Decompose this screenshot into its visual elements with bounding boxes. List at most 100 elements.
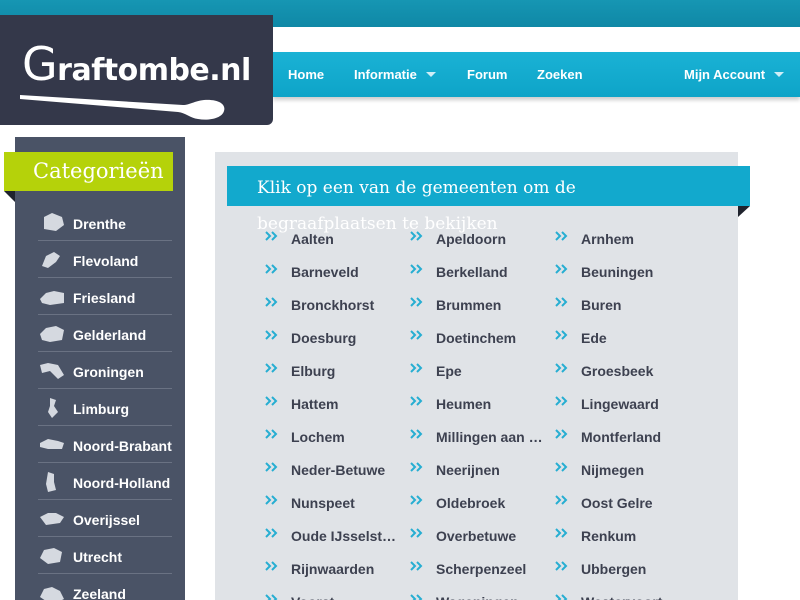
municipality-link[interactable]: Millingen aan de Rijn — [410, 425, 545, 447]
municipality-name: Neder-Betuwe — [291, 462, 386, 478]
municipality-link[interactable]: Barneveld — [265, 260, 400, 282]
municipality-link[interactable]: Ede — [555, 326, 690, 348]
nav-mijn-account[interactable]: Mijn Account — [684, 52, 785, 97]
nav-home[interactable]: Home — [288, 52, 324, 97]
double-chevron-right-icon — [410, 594, 423, 600]
double-chevron-right-icon — [555, 429, 568, 439]
double-chevron-right-icon — [410, 330, 423, 340]
municipality-link[interactable]: Epe — [410, 359, 545, 381]
municipality-link[interactable]: Neerijnen — [410, 458, 545, 480]
municipality-link[interactable]: Doetinchem — [410, 326, 545, 348]
municipality-name: Rijnwaarden — [291, 561, 375, 577]
municipality-link[interactable]: Rijnwaarden — [265, 557, 400, 579]
sidebar-item-noord-brabant[interactable]: Noord-Brabant — [38, 426, 172, 463]
nav-zoeken[interactable]: Zoeken — [537, 52, 583, 97]
municipality-name: Doetinchem — [436, 330, 517, 346]
municipality-link[interactable]: Wageningen — [410, 590, 545, 600]
site-logo[interactable]: Graftombe.nl — [0, 15, 273, 125]
category-title: Categorieën — [4, 152, 173, 191]
sidebar-item-limburg[interactable]: Limburg — [38, 389, 172, 426]
chevron-down-icon — [774, 72, 785, 78]
municipality-name: Brummen — [436, 297, 502, 313]
double-chevron-right-icon — [265, 594, 278, 600]
double-chevron-right-icon — [265, 495, 278, 505]
municipality-name: Groesbeek — [581, 363, 654, 379]
sidebar-item-label: Drenthe — [73, 216, 126, 232]
municipality-link[interactable]: Berkelland — [410, 260, 545, 282]
sidebar-item-groningen[interactable]: Groningen — [38, 352, 172, 389]
sidebar-item-flevoland[interactable]: Flevoland — [38, 241, 172, 278]
municipality-link[interactable]: Elburg — [265, 359, 400, 381]
municipality-link[interactable]: Lingewaard — [555, 392, 690, 414]
municipality-link[interactable]: Renkum — [555, 524, 690, 546]
double-chevron-right-icon — [410, 495, 423, 505]
drenthe-map-icon — [44, 213, 64, 231]
municipality-name: Beuningen — [581, 264, 654, 280]
double-chevron-right-icon — [555, 297, 568, 307]
limburg-map-icon — [48, 398, 58, 418]
municipality-link[interactable]: Neder-Betuwe — [265, 458, 400, 480]
nav-forum[interactable]: Forum — [467, 52, 507, 97]
sidebar-item-friesland[interactable]: Friesland — [38, 278, 172, 315]
double-chevron-right-icon — [265, 429, 278, 439]
municipality-name: Berkelland — [436, 264, 508, 280]
sidebar-item-label: Flevoland — [73, 253, 139, 269]
sidebar-item-label: Noord-Holland — [73, 475, 171, 491]
municipality-link[interactable]: Montferland — [555, 425, 690, 447]
sidebar-item-noord-holland[interactable]: Noord-Holland — [38, 463, 172, 500]
sidebar-item-utrecht[interactable]: Utrecht — [38, 537, 172, 574]
municipality-name: Bronckhorst — [291, 297, 375, 313]
double-chevron-right-icon — [410, 561, 423, 571]
municipality-name: Voorst — [291, 594, 399, 600]
double-chevron-right-icon — [410, 396, 423, 406]
trowel-icon — [20, 95, 225, 120]
overijssel-map-icon — [40, 513, 64, 525]
sidebar-item-label: Friesland — [73, 290, 136, 306]
municipality-link[interactable]: Oost Gelre — [555, 491, 690, 513]
double-chevron-right-icon — [555, 594, 568, 600]
double-chevron-right-icon — [265, 297, 278, 307]
municipality-name: Westervoort — [581, 594, 689, 600]
municipality-link[interactable]: Heumen — [410, 392, 545, 414]
municipality-link[interactable]: Nijmegen — [555, 458, 690, 480]
municipality-name: Wageningen — [436, 594, 544, 600]
flevoland-map-icon — [42, 252, 60, 268]
municipality-link[interactable]: Groesbeek — [555, 359, 690, 381]
municipality-name: Hattem — [291, 396, 339, 412]
zeeland-map-icon — [40, 587, 64, 600]
ribbon-fold — [738, 206, 750, 217]
chevron-down-icon — [425, 72, 436, 78]
municipality-link[interactable]: Westervoort — [555, 590, 690, 600]
municipality-link[interactable]: Doesburg — [265, 326, 400, 348]
municipality-name: Overbetuwe — [436, 528, 517, 544]
sidebar-item-overijssel[interactable]: Overijssel — [38, 500, 172, 537]
municipality-link[interactable]: Voorst — [265, 590, 400, 600]
double-chevron-right-icon — [555, 264, 568, 274]
municipality-link[interactable]: Nunspeet — [265, 491, 400, 513]
municipality-link[interactable]: Scherpenzeel — [410, 557, 545, 579]
municipality-link[interactable]: Beuningen — [555, 260, 690, 282]
municipality-link[interactable]: Hattem — [265, 392, 400, 414]
nav-informatie[interactable]: Informatie — [354, 52, 436, 97]
sidebar-item-zeeland[interactable]: Zeeland — [38, 574, 172, 600]
double-chevron-right-icon — [410, 429, 423, 439]
municipality-link[interactable]: Ubbergen — [555, 557, 690, 579]
municipality-link[interactable]: Oude IJsselstreek — [265, 524, 400, 546]
municipality-link[interactable]: Overbetuwe — [410, 524, 545, 546]
municipality-link[interactable]: Brummen — [410, 293, 545, 315]
municipality-name: Oldebroek — [436, 495, 506, 511]
municipality-link[interactable]: Bronckhorst — [265, 293, 400, 315]
municipality-name: Renkum — [581, 528, 637, 544]
double-chevron-right-icon — [555, 561, 568, 571]
sidebar-item-drenthe[interactable]: Drenthe — [38, 204, 172, 241]
municipality-link[interactable]: Oldebroek — [410, 491, 545, 513]
municipality-name: Scherpenzeel — [436, 561, 527, 577]
sidebar-item-label: Gelderland — [73, 327, 147, 343]
municipality-name: Millingen aan de Rijn — [436, 429, 544, 445]
municipality-name: Buren — [581, 297, 622, 313]
sidebar-item-label: Overijssel — [73, 512, 140, 528]
sidebar-item-gelderland[interactable]: Gelderland — [38, 315, 172, 352]
double-chevron-right-icon — [555, 462, 568, 472]
municipality-link[interactable]: Lochem — [265, 425, 400, 447]
municipality-link[interactable]: Buren — [555, 293, 690, 315]
